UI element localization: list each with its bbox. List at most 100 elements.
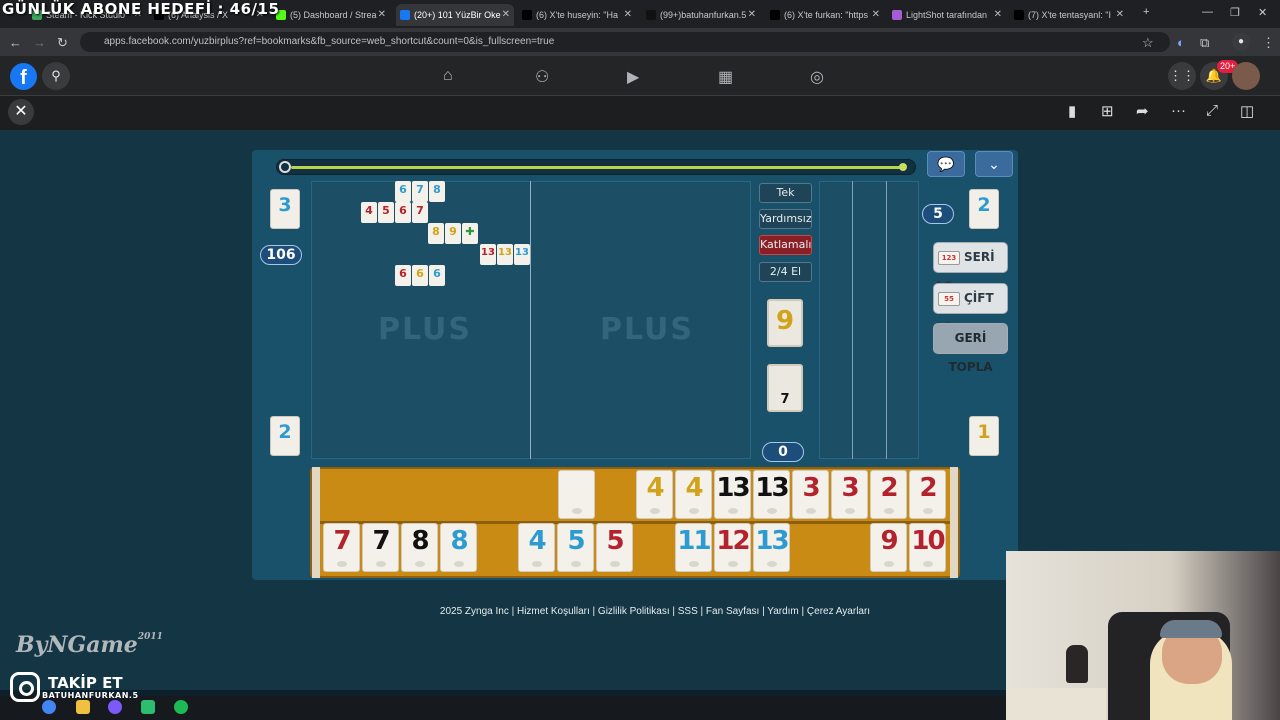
search-icon[interactable]: ⚲ [42,62,70,90]
browser-tab[interactable]: (7) X'te tentasyanl: "I ✕ [1010,4,1128,26]
meld-tile[interactable]: 13 [514,244,530,265]
browser-tab[interactable]: (6) X'te furkan: "https ✕ [766,4,884,26]
rack-tile-value: 2 [880,473,898,503]
tile-dot [884,561,894,567]
rack-tile[interactable]: 13 [753,523,790,572]
player-discard-tile[interactable]: 2 [270,416,300,456]
rack-tile[interactable]: 9 [870,523,907,572]
meld-tile[interactable]: 13 [480,244,496,265]
rack-tile[interactable]: 2 [870,470,907,519]
collapse-chevron-icon[interactable]: ⌄ [975,151,1013,177]
meld-tile[interactable]: 6 [412,265,428,286]
rack-tile[interactable]: 10 [909,523,946,572]
meld-tile[interactable]: 6 [395,202,411,223]
browser-tab[interactable]: (99+)batuhanfurkan.5 ✕ [642,4,760,26]
meld-tile[interactable]: 8 [429,181,445,202]
pair-icon: 55 [938,291,960,306]
cift-ac-button[interactable]: 55ÇİFT AÇ [933,283,1008,334]
facebook-logo[interactable]: f [10,63,37,90]
restore-icon[interactable]: ❐ [1230,6,1240,19]
save-icon[interactable]: ⊞ [1101,102,1114,120]
meld-tile[interactable]: 7 [412,181,428,202]
browser-tab[interactable]: (6) X'te huseyin: "Ha ✕ [518,4,636,26]
meld-tile[interactable]: 7 [412,202,428,223]
meld-tile[interactable]: 6 [395,265,411,286]
rack-tile[interactable]: 12 [714,523,751,572]
rack-tile[interactable]: 4 [675,470,712,519]
more-options-icon[interactable]: ··· [1171,102,1186,119]
rack-tile-blank[interactable] [558,470,595,519]
mode-label: Tek [759,183,812,203]
rack-tile[interactable]: 13 [714,470,751,519]
meld-tile[interactable]: 5 [378,202,394,223]
meld-tile[interactable]: ✚ [462,223,478,244]
back-icon[interactable]: ← [9,35,22,50]
rack-tile[interactable]: 7 [323,523,360,572]
bookmark-icon[interactable]: ▮ [1068,102,1076,120]
app-icon[interactable] [141,700,155,714]
meld-tile[interactable]: 13 [497,244,513,265]
sidebar-toggle-icon[interactable]: ◫ [1240,102,1254,120]
tab-close-icon[interactable]: ✕ [1116,4,1124,26]
file-explorer-icon[interactable] [76,700,90,714]
browser-menu-icon[interactable]: ⋮ [1262,35,1275,51]
rack-tile-value: 5 [606,526,624,556]
profile-avatar[interactable]: ● [1232,33,1250,51]
rack-tile[interactable]: 5 [557,523,594,572]
tab-close-icon[interactable]: ✕ [624,4,632,26]
tab-close-icon[interactable]: ✕ [994,4,1002,26]
app-icon[interactable] [108,700,122,714]
extension-icon[interactable]: ◐ [1177,35,1185,50]
mode-label-active: Katlamalı [759,235,812,255]
marketplace-icon[interactable]: ▦ [718,67,733,87]
fullscreen-icon[interactable]: ⤢ [1206,102,1218,119]
meld-tile[interactable]: 6 [395,181,411,202]
seri-ac-button[interactable]: 123SERİ AÇ [933,242,1008,293]
chrome-icon[interactable] [42,700,56,714]
meld-tile[interactable]: 4 [361,202,377,223]
spotify-icon[interactable] [174,700,188,714]
rack-tile[interactable]: 3 [831,470,868,519]
geri-topla-button[interactable]: GERİ TOPLA [933,323,1008,374]
tab-close-icon[interactable]: ✕ [502,4,510,26]
browser-tab[interactable]: LightShot tarafından ✕ [888,4,1006,26]
home-icon[interactable]: ⌂ [443,67,453,85]
rack-tile[interactable]: 7 [362,523,399,572]
forward-icon[interactable]: → [33,35,46,50]
tab-close-icon[interactable]: ✕ [872,4,880,26]
tab-close-icon[interactable]: ✕ [378,4,386,26]
meld-tile[interactable]: 8 [428,223,444,244]
right-discard-tile[interactable]: 1 [969,416,999,456]
new-tab-button[interactable]: + [1143,6,1149,18]
meld-tile[interactable]: 9 [445,223,461,244]
rack-tile[interactable]: 3 [792,470,829,519]
url-field[interactable]: apps.facebook.com/yuzbirplus?ref=bookmar… [80,32,1170,52]
rack-tile[interactable]: 4 [636,470,673,519]
browser-tab[interactable]: (20+) 101 YüzBir Oke ✕ [396,4,514,26]
tab-close-icon[interactable]: ✕ [748,4,756,26]
clock-icon [279,161,291,173]
account-avatar[interactable] [1232,62,1260,90]
video-icon[interactable]: ▶ [627,67,639,87]
extensions-puzzle-icon[interactable]: ⧉ [1200,35,1209,51]
rack-tile[interactable]: 4 [518,523,555,572]
meld-tile[interactable]: 6 [429,265,445,286]
browser-tab[interactable]: (5) Dashboard / Strea ✕ [272,4,390,26]
share-icon[interactable]: ➦ [1136,102,1149,120]
close-game-button[interactable]: ✕ [8,99,34,125]
rack-tile[interactable]: 8 [440,523,477,572]
close-window-icon[interactable]: ✕ [1258,6,1267,19]
rack-tile[interactable]: 5 [596,523,633,572]
rack-tile[interactable]: 13 [753,470,790,519]
reload-icon[interactable]: ↻ [57,35,68,51]
minimize-icon[interactable]: — [1202,6,1213,18]
rack-tile[interactable]: 11 [675,523,712,572]
bookmark-star-icon[interactable]: ☆ [1142,35,1154,51]
chat-button[interactable]: 💬 [927,151,965,177]
rack-tile[interactable]: 2 [909,470,946,519]
rack-tile[interactable]: 8 [401,523,438,572]
groups-icon[interactable]: ◎ [810,67,824,87]
apps-grid-icon[interactable]: ⋮⋮ [1168,62,1196,90]
draw-pile[interactable]: 7 [767,364,803,412]
friends-icon[interactable]: ⚇ [535,67,549,87]
